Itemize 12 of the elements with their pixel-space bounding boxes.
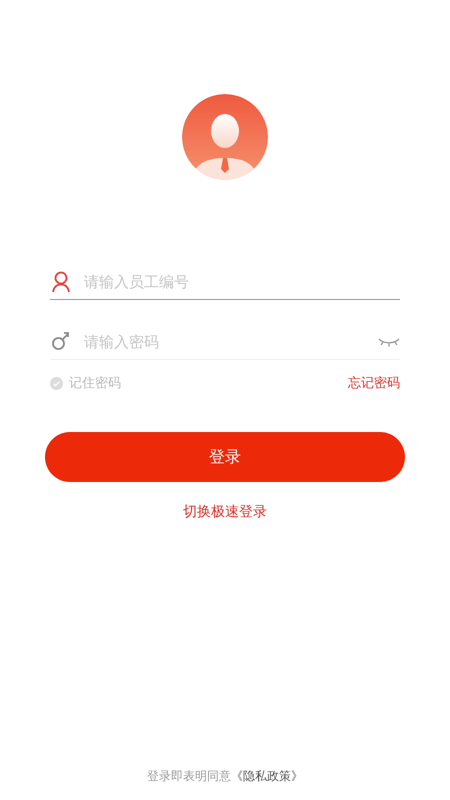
closed-eye-icon[interactable] (378, 337, 400, 347)
avatar-icon (182, 94, 268, 180)
login-button[interactable]: 登录 (45, 432, 405, 482)
switch-login-link[interactable]: 切换极速登录 (183, 502, 267, 522)
remember-label: 记住密码 (69, 375, 121, 393)
person-icon (51, 271, 71, 293)
input-field[interactable]: 请输入员工编号 (50, 264, 400, 300)
key-icon (51, 331, 71, 351)
privacy-policy-link[interactable]: 《隐私政策》 (231, 767, 303, 785)
forgot-password-link[interactable]: 忘记密码 (348, 374, 400, 394)
checkbox[interactable] (50, 377, 63, 390)
agreement-text: 登录即表明同意 (147, 768, 231, 785)
